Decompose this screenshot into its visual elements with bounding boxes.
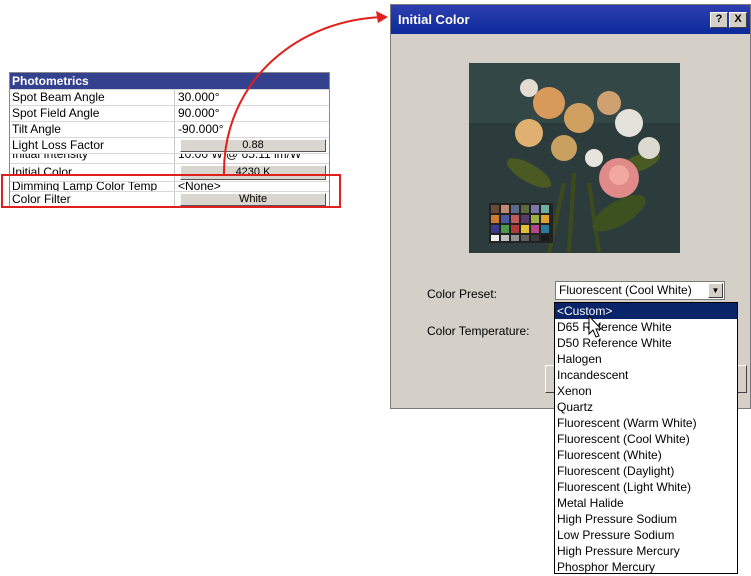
- color-checker-chart: [489, 203, 553, 243]
- chevron-down-icon[interactable]: ▼: [708, 283, 723, 298]
- dropdown-option[interactable]: Fluorescent (White): [555, 447, 737, 463]
- dropdown-option[interactable]: D50 Reference White: [555, 335, 737, 351]
- dropdown-option-custom[interactable]: <Custom>: [555, 303, 737, 319]
- dropdown-option[interactable]: D65 Reference White: [555, 319, 737, 335]
- light-loss-factor-button[interactable]: 0.88: [180, 139, 326, 152]
- dialog-title: Initial Color: [398, 12, 470, 27]
- photometrics-header: Photometrics: [10, 73, 329, 89]
- property-value[interactable]: 10.00 W @ 65.11 lm/W: [178, 154, 327, 162]
- property-row-light-loss-factor[interactable]: Light Loss Factor 0.88: [10, 137, 329, 153]
- close-icon[interactable]: X: [729, 12, 747, 28]
- callout-highlight-box: [1, 174, 341, 208]
- color-preset-label: Color Preset:: [427, 287, 498, 301]
- property-name: Tilt Angle: [12, 122, 61, 136]
- property-name: Light Loss Factor: [12, 138, 105, 152]
- property-row-spot-field-angle[interactable]: Spot Field Angle 90.000°: [10, 105, 329, 121]
- property-name: Initial Intensity: [12, 153, 89, 161]
- property-row-initial-intensity[interactable]: Initial Intensity 10.00 W @ 65.11 lm/W: [10, 153, 329, 163]
- property-name: Spot Field Angle: [12, 106, 100, 120]
- dialog-titlebar[interactable]: Initial Color ? X: [391, 5, 750, 34]
- dropdown-option[interactable]: Halogen: [555, 351, 737, 367]
- property-name: Spot Beam Angle: [12, 90, 105, 104]
- dropdown-option[interactable]: High Pressure Sodium: [555, 511, 737, 527]
- dropdown-option[interactable]: Fluorescent (Daylight): [555, 463, 737, 479]
- property-value[interactable]: -90.000°: [178, 122, 327, 137]
- color-preset-select[interactable]: Fluorescent (Cool White) ▼: [555, 281, 725, 300]
- color-preview-image: [469, 63, 680, 253]
- dropdown-option[interactable]: Fluorescent (Warm White): [555, 415, 737, 431]
- dropdown-option[interactable]: Xenon: [555, 383, 737, 399]
- dropdown-option[interactable]: Low Pressure Sodium: [555, 527, 737, 543]
- color-preset-dropdown-list[interactable]: <Custom> D65 Reference White D50 Referen…: [554, 302, 738, 574]
- help-icon[interactable]: ?: [710, 12, 728, 28]
- dropdown-option[interactable]: Quartz: [555, 399, 737, 415]
- property-value[interactable]: 90.000°: [178, 106, 327, 121]
- color-temperature-label: Color Temperature:: [427, 324, 530, 338]
- dropdown-option[interactable]: Fluorescent (Light White): [555, 479, 737, 495]
- dropdown-option[interactable]: Incandescent: [555, 367, 737, 383]
- dropdown-option[interactable]: High Pressure Mercury: [555, 543, 737, 559]
- callout-arrowhead: [376, 11, 388, 23]
- property-row-tilt-angle[interactable]: Tilt Angle -90.000°: [10, 121, 329, 137]
- dropdown-option[interactable]: Phosphor Mercury: [555, 559, 737, 575]
- property-row-spot-beam-angle[interactable]: Spot Beam Angle 30.000°: [10, 89, 329, 105]
- property-value[interactable]: 30.000°: [178, 90, 327, 105]
- color-preset-value: Fluorescent (Cool White): [559, 283, 692, 297]
- dropdown-option[interactable]: Metal Halide: [555, 495, 737, 511]
- dropdown-option[interactable]: Fluorescent (Cool White): [555, 431, 737, 447]
